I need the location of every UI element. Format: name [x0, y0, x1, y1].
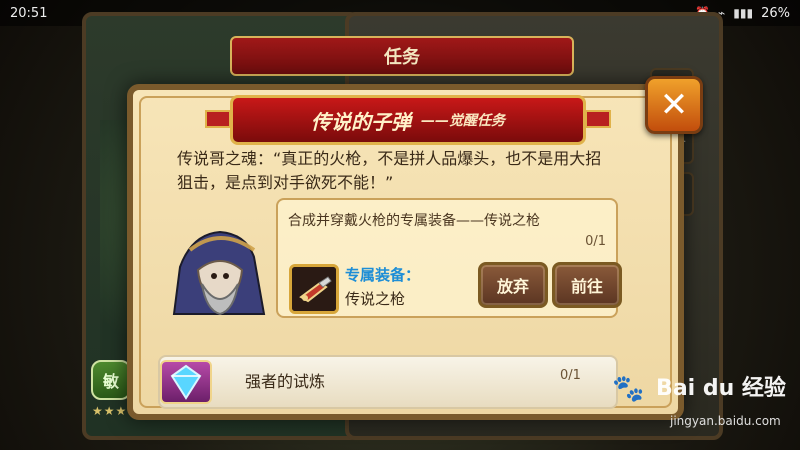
- baidu-watermark: 🐾 Bai du 经验: [612, 374, 786, 404]
- signal-icon: ▮▮▮: [733, 6, 754, 20]
- hero-portrait: [172, 230, 266, 316]
- quest-banner-title: 传说的子弹: [311, 109, 411, 134]
- quest-banner: 传说的子弹 ——觉醒任务: [230, 95, 586, 145]
- battery-text: 26%: [761, 5, 790, 21]
- crystal-icon: [160, 360, 212, 404]
- go-button[interactable]: 前往: [552, 262, 622, 308]
- quest-quote: 传说哥之魂：“真正的火枪，不是拼人品爆头，也不是用大招狙击，是点到对手欲死不能！…: [177, 149, 602, 192]
- window-title: 任务: [384, 47, 420, 68]
- window-titlebar: 任务: [230, 36, 574, 76]
- banner-deco-left: [205, 110, 231, 128]
- abandon-button[interactable]: 放弃: [478, 262, 548, 308]
- second-task-row[interactable]: [158, 355, 618, 409]
- status-time: 20:51: [10, 5, 48, 21]
- left-badge: 敏: [91, 360, 131, 400]
- left-stars: ★★★: [92, 404, 128, 418]
- baidu-watermark-url: jingyan.baidu.com: [670, 414, 781, 428]
- close-button[interactable]: ✕: [645, 76, 703, 134]
- task-description: 合成并穿戴火枪的专属装备——传说之枪: [288, 213, 540, 229]
- quest-banner-subtitle: ——觉醒任务: [421, 113, 505, 129]
- close-icon: ✕: [659, 85, 689, 125]
- second-task-count: 0/1: [560, 368, 581, 383]
- second-task-title: 强者的试炼: [245, 372, 326, 391]
- banner-deco-right: [585, 110, 611, 128]
- gun-icon: [289, 264, 339, 314]
- item-name: 传说之枪: [345, 290, 406, 308]
- task-count: 0/1: [585, 234, 606, 249]
- paw-icon: 🐾: [612, 374, 645, 404]
- item-type-label: 专属装备：: [345, 266, 421, 284]
